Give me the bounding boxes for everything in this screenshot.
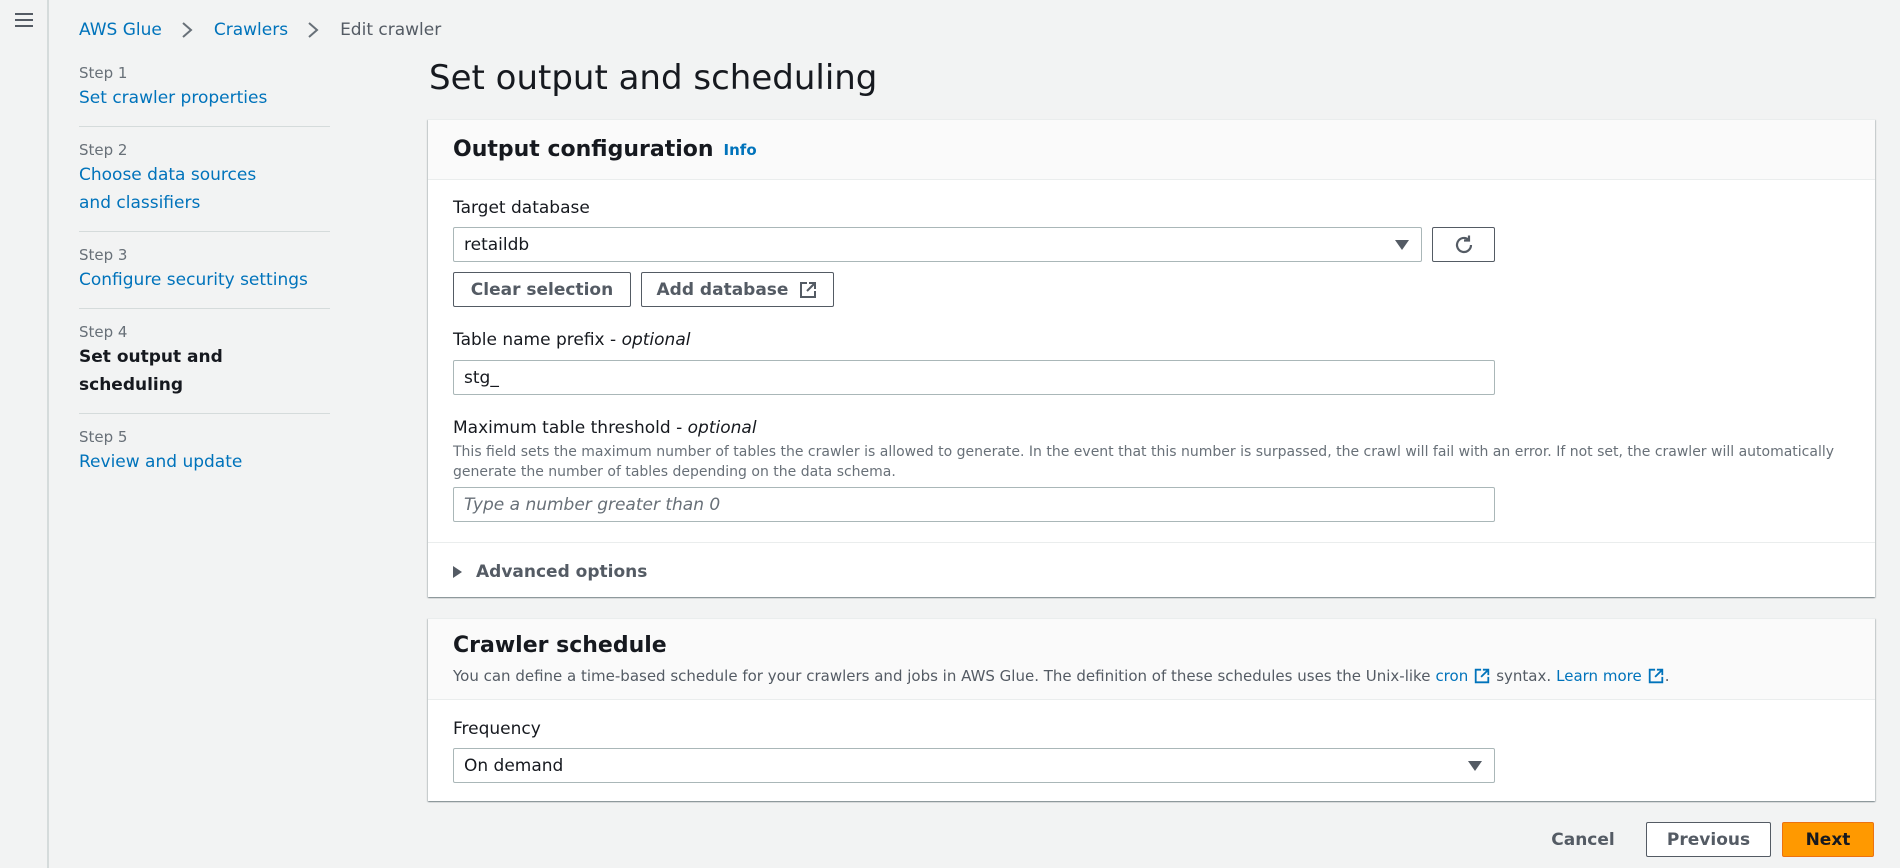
step-3: Step 3 Configure security settings (79, 244, 330, 309)
breadcrumb-crawlers[interactable]: Crawlers (214, 20, 288, 40)
panel-title: Crawler schedule (453, 633, 667, 658)
schedule-desc-text: You can define a time-based schedule for… (453, 667, 1431, 685)
panel-header: Crawler schedule You can define a time-b… (428, 619, 1875, 700)
step-number: Step 1 (79, 64, 128, 82)
panel-header: Output configuration Info (428, 120, 1875, 180)
step-number: Step 4 (79, 323, 128, 341)
step-current-set-output: Set output and scheduling (79, 347, 223, 395)
add-database-button[interactable]: Add database (641, 272, 834, 307)
cancel-button[interactable]: Cancel (1540, 822, 1626, 857)
frequency-value: On demand (464, 755, 564, 776)
wizard-steps: Step 1 Set crawler properties Step 2 Cho… (79, 62, 330, 502)
table-prefix-label: Table name prefix - optional (453, 330, 690, 350)
info-link[interactable]: Info (724, 141, 757, 159)
step-link-review-update[interactable]: Review and update (79, 448, 330, 476)
max-threshold-placeholder: Type a number greater than 0 (464, 494, 721, 515)
menu-icon[interactable] (14, 10, 34, 30)
frequency-select[interactable]: On demand (453, 748, 1495, 783)
target-database-select[interactable]: retaildb (453, 227, 1422, 262)
max-threshold-input[interactable]: Type a number greater than 0 (453, 487, 1495, 522)
caret-down-icon (1468, 760, 1482, 771)
max-threshold-label: Maximum table threshold - optional (453, 418, 757, 438)
breadcrumb: AWS Glue Crawlers Edit crawler (79, 18, 441, 42)
clear-selection-label: Clear selection (470, 279, 614, 300)
page-title: Set output and scheduling (429, 58, 878, 98)
step-1: Step 1 Set crawler properties (79, 62, 330, 127)
refresh-icon (1455, 235, 1472, 253)
refresh-button[interactable] (1432, 227, 1495, 262)
target-database-label: Target database (453, 198, 590, 218)
target-database-value: retaildb (464, 234, 530, 255)
step-number: Step 2 (79, 141, 128, 159)
breadcrumb-edit-crawler: Edit crawler (340, 20, 442, 40)
previous-button[interactable]: Previous (1646, 822, 1771, 857)
output-configuration-panel: Output configuration Info Target databas… (428, 119, 1875, 597)
next-label: Next (1805, 829, 1851, 850)
add-database-label: Add database (656, 279, 789, 300)
next-button[interactable]: Next (1782, 822, 1874, 857)
breadcrumb-aws-glue[interactable]: AWS Glue (79, 20, 162, 40)
table-prefix-label-text: Table name prefix - (453, 330, 617, 350)
step-link-choose-data-sources[interactable]: Choose data sources and classifiers (79, 161, 289, 217)
schedule-desc-mid: syntax. (1496, 667, 1552, 685)
divider (428, 542, 1875, 543)
advanced-options-toggle[interactable]: Advanced options (453, 562, 647, 582)
cancel-label: Cancel (1551, 829, 1615, 850)
schedule-desc-end: . (1664, 667, 1670, 685)
max-threshold-label-text: Maximum table threshold - (453, 418, 683, 438)
panel-title: Output configuration (453, 137, 714, 162)
advanced-options-label: Advanced options (476, 562, 648, 582)
step-5: Step 5 Review and update (79, 426, 330, 490)
navigation-rail (0, 0, 49, 868)
table-prefix-value: stg_ (464, 367, 499, 388)
step-number: Step 5 (79, 428, 128, 446)
previous-label: Previous (1666, 829, 1751, 850)
external-link-icon (800, 281, 817, 298)
step-link-configure-security[interactable]: Configure security settings (79, 266, 330, 294)
table-prefix-input[interactable]: stg_ (453, 360, 1495, 395)
step-link-set-crawler-properties[interactable]: Set crawler properties (79, 84, 330, 112)
optional-tag: optional (687, 418, 757, 438)
learn-more-link[interactable]: Learn more (1556, 667, 1642, 685)
cron-link[interactable]: cron (1435, 667, 1468, 685)
frequency-label: Frequency (453, 719, 541, 739)
crawler-schedule-panel: Crawler schedule You can define a time-b… (428, 618, 1875, 801)
external-link-icon[interactable] (1473, 667, 1491, 685)
external-link-icon[interactable] (1647, 667, 1665, 685)
caret-down-icon (1395, 239, 1409, 250)
step-number: Step 3 (79, 246, 128, 264)
step-2: Step 2 Choose data sources and classifie… (79, 139, 330, 232)
chevron-right-icon (180, 21, 194, 39)
optional-tag: optional (621, 330, 691, 350)
step-4: Step 4 Set output and scheduling (79, 321, 330, 414)
schedule-description: You can define a time-based schedule for… (453, 667, 1850, 685)
caret-right-icon (453, 566, 462, 578)
chevron-right-icon (306, 21, 320, 39)
clear-selection-button[interactable]: Clear selection (453, 272, 631, 307)
max-threshold-description: This field sets the maximum number of ta… (453, 444, 1835, 480)
